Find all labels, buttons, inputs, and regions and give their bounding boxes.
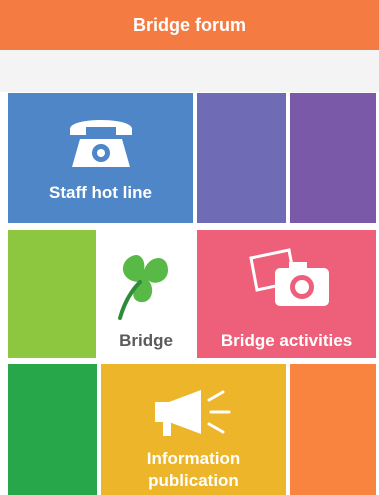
telephone-icon: [66, 111, 136, 171]
information-publication-label-line1: Information: [146, 449, 241, 468]
megaphone-icon: [151, 386, 237, 442]
bridge-activities-label: Bridge activities: [220, 331, 353, 350]
information-publication-label-line2: publication: [148, 471, 239, 490]
tile-purple[interactable]: [290, 93, 376, 223]
tile-information-publication[interactable]: Information publication: [101, 364, 286, 495]
tile-bridge[interactable]: Bridge: [100, 230, 192, 358]
page-title: Bridge forum: [132, 14, 246, 35]
header-subbar: [0, 50, 379, 92]
app-header: Bridge forum: [0, 0, 379, 50]
tile-orange[interactable]: [290, 364, 376, 495]
staff-hotline-label: Staff hot line: [49, 183, 152, 202]
tile-bridge-activities[interactable]: Bridge activities: [197, 230, 376, 358]
tile-green-light[interactable]: [8, 230, 96, 358]
tile-staff-hotline[interactable]: Staff hot line: [8, 93, 193, 223]
tile-green-dark[interactable]: [8, 364, 97, 495]
bridge-label: Bridge: [119, 331, 173, 350]
bridge-leaf-logo-icon: [110, 242, 182, 322]
camera-photo-icon: [245, 244, 335, 314]
tile-purple-blue[interactable]: [197, 93, 286, 223]
